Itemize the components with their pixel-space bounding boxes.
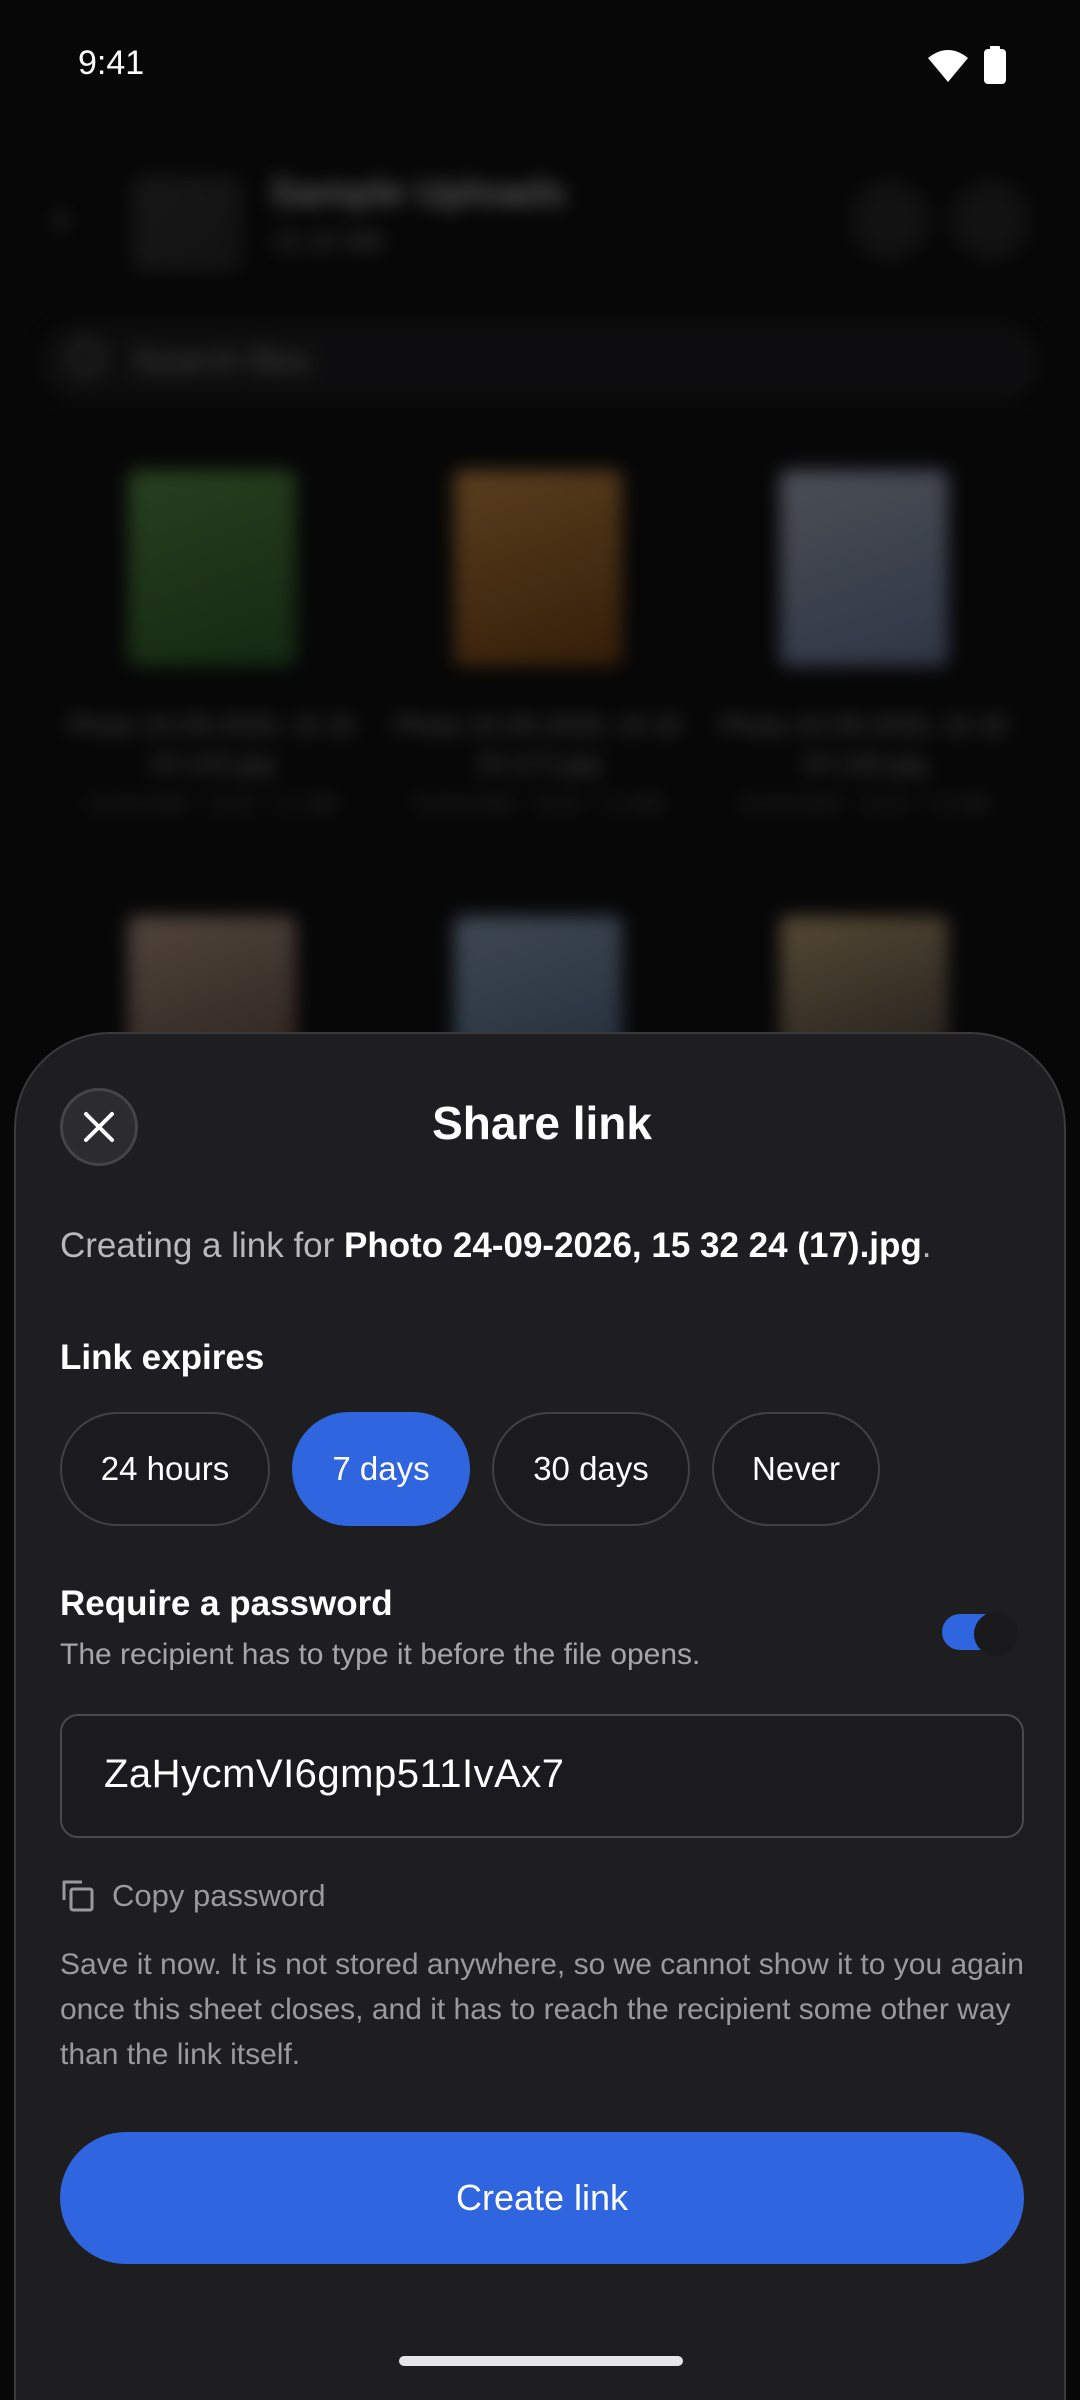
intro-suffix: . [921,1226,932,1265]
toggle-knob [974,1612,1018,1656]
copy-password-label: Copy password [112,1878,326,1913]
require-password-help: The recipient has to type it before the … [60,1638,701,1671]
status-time: 9:41 [78,44,145,82]
require-password-label: Require a password [60,1584,393,1623]
sheet-intro: Creating a link for Photo 24-09-2026, 15… [60,1226,1040,1266]
expiry-chip-24-hours[interactable]: 24 hours [60,1412,270,1526]
password-field[interactable]: ZaHycmVI6gmp511IvAx7 [60,1714,1024,1838]
home-indicator[interactable] [399,2356,683,2366]
require-password-toggle[interactable] [928,1602,1020,1662]
expiry-chip-never[interactable]: Never [712,1412,880,1526]
status-bar: 9:41 [0,0,1080,132]
copy-icon [62,1880,94,1912]
share-link-sheet: Share link Creating a link for Photo 24-… [14,1032,1066,2400]
expiry-chip-7-days[interactable]: 7 days [292,1412,470,1526]
password-value: ZaHycmVI6gmp511IvAx7 [104,1752,565,1796]
battery-icon [984,46,1006,84]
link-expires-label: Link expires [60,1338,265,1377]
screen: ‹ Sample Uploads 15.34 MB Search files P… [0,0,1080,2400]
intro-prefix: Creating a link for [60,1226,345,1265]
save-warning-note: Save it now. It is not stored anywhere, … [60,1948,1024,2071]
expiry-chip-30-days[interactable]: 30 days [492,1412,690,1526]
sheet-title: Share link [432,1097,652,1149]
create-link-button[interactable]: Create link [60,2132,1024,2264]
wifi-icon [928,50,968,82]
filename: Photo 24-09-2026, 15 32 24 (17).jpg [344,1226,922,1265]
